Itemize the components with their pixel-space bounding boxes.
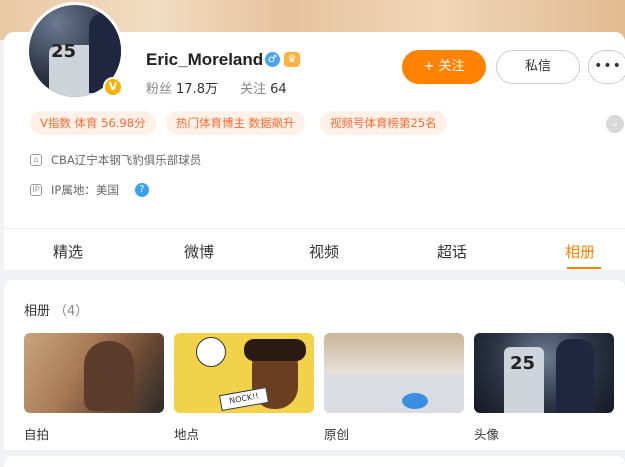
album-thumb-location[interactable]: NOCK!!	[174, 333, 314, 413]
affiliation-row: ⌂ CBA辽宁本钢飞豹俱乐部球员	[30, 152, 201, 168]
album-caption-original[interactable]: 原创	[324, 424, 349, 443]
album-thumb-original[interactable]	[324, 333, 464, 413]
tag-video-rank[interactable]: 视频号体育榜第25名	[320, 111, 447, 135]
ip-location-row: IP IP属地：美国 ?	[30, 182, 149, 198]
album-thumb-selfie[interactable]	[24, 333, 164, 413]
album-caption-avatar[interactable]: 头像	[474, 424, 499, 443]
chevron-down-icon[interactable]: ⌄	[606, 115, 624, 133]
album-title-text: 相册	[24, 304, 51, 319]
fans-count[interactable]: 17.8万	[176, 82, 218, 97]
album-title: 相册 （4）	[24, 300, 88, 319]
album-section: 相册 （4） NOCK!! 25 自拍 地点 原创 头像	[4, 280, 625, 450]
verified-badge-icon: V	[103, 77, 123, 97]
crown-icon[interactable]: ♛	[284, 52, 300, 67]
avatar-thumb-number: 25	[510, 353, 536, 374]
profile-tabs: 精选 微博 视频 超话 相册	[4, 228, 625, 270]
album-count: （4）	[54, 304, 89, 319]
selfie-face	[84, 341, 134, 411]
following-label: 关注	[240, 82, 267, 97]
follow-button[interactable]: + 关注	[402, 50, 486, 84]
ip-icon: IP	[30, 184, 42, 196]
tag-v-index[interactable]: V指数 体育 56.98分	[30, 111, 156, 135]
tab-album[interactable]: 相册	[565, 241, 595, 262]
tab-videos[interactable]: 视频	[309, 241, 339, 262]
tab-featured[interactable]: 精选	[53, 241, 83, 262]
help-icon[interactable]: ?	[134, 183, 149, 197]
ip-location-text: IP属地：美国	[51, 183, 119, 197]
male-icon: ♂	[265, 52, 280, 67]
message-button[interactable]: 私信	[496, 50, 580, 84]
following-count[interactable]: 64	[270, 82, 287, 97]
active-tab-indicator	[567, 267, 601, 269]
cartoon-player	[196, 337, 226, 367]
shield-icon: ⌂	[30, 154, 42, 166]
affiliation-text: CBA辽宁本钢飞豹俱乐部球员	[51, 153, 202, 167]
next-section-card	[4, 456, 625, 467]
album-thumb-avatar[interactable]: 25	[474, 333, 614, 413]
fans-label: 粉丝	[146, 82, 173, 97]
profile-name: Eric_Moreland	[146, 50, 264, 69]
avatar-thumb-person	[556, 339, 594, 413]
original-blue-object	[402, 393, 428, 409]
cartoon-speech-text: NOCK!!	[218, 386, 270, 412]
tab-weibo[interactable]: 微博	[184, 241, 214, 262]
more-options-button[interactable]: •••	[588, 50, 625, 84]
profile-stats: 粉丝 17.8万 关注 64	[146, 78, 305, 97]
tag-hot-blogger[interactable]: 热门体育博主 数据飙升	[166, 111, 305, 135]
cartoon-hair	[244, 339, 306, 361]
avatar-jersey-number: 25	[51, 41, 77, 62]
tab-super-topic[interactable]: 超话	[437, 241, 467, 262]
album-caption-location[interactable]: 地点	[174, 424, 199, 443]
album-caption-selfie[interactable]: 自拍	[24, 424, 49, 443]
original-bed	[324, 375, 464, 413]
